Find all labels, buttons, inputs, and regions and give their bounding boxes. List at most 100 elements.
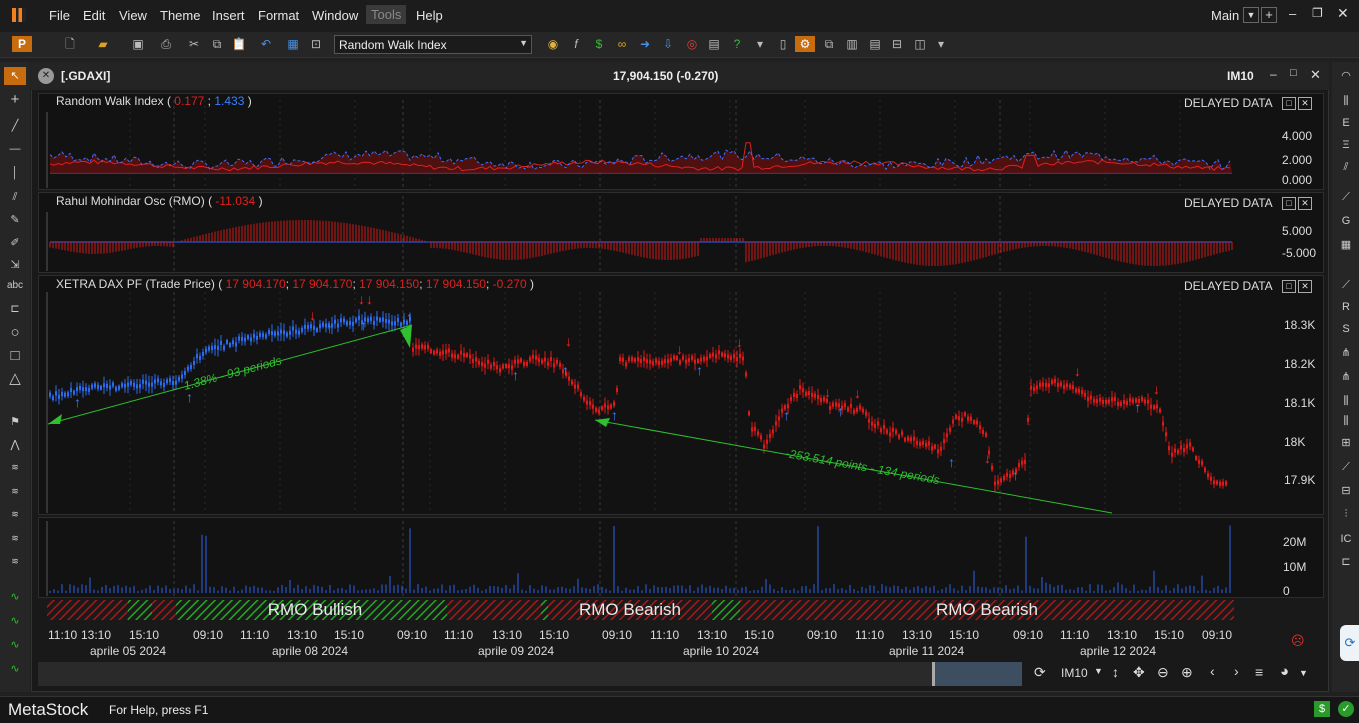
menu-insert[interactable]: Insert: [212, 8, 245, 23]
brace-tool-icon[interactable]: ⊏: [4, 300, 26, 318]
navigator-interval[interactable]: IM10: [1061, 666, 1088, 680]
paste-icon[interactable]: 📋: [231, 36, 247, 52]
flag-tool-icon[interactable]: ⚑: [4, 413, 26, 431]
move-icon[interactable]: ✥: [1133, 664, 1145, 681]
palette-chevron-icon[interactable]: ▼: [1299, 668, 1308, 678]
speed-line-icon[interactable]: ⟋: [1336, 276, 1356, 294]
zoom-icon[interactable]: ⊡: [308, 36, 324, 52]
window-icon[interactable]: ▯: [775, 36, 791, 52]
scroll-right-icon[interactable]: ›: [1234, 663, 1239, 679]
fib-retracement-icon[interactable]: Ξ: [1336, 136, 1356, 154]
zoom-in-icon[interactable]: ⊕: [1181, 664, 1193, 681]
arrow-right-icon[interactable]: ➜: [637, 36, 653, 52]
raff-channel-icon[interactable]: ⟋: [1336, 458, 1356, 476]
menu-window[interactable]: Window: [312, 8, 358, 23]
copy-icon[interactable]: ⧉: [209, 36, 225, 52]
crosshair-tool-icon[interactable]: +: [4, 91, 26, 109]
add-workspace-button[interactable]: +: [1261, 7, 1277, 23]
workspace-dropdown-icon[interactable]: ▼: [1243, 7, 1259, 23]
tile-vertical-icon[interactable]: ▥: [844, 36, 860, 52]
menu-format[interactable]: Format: [258, 8, 299, 23]
cut-icon[interactable]: ✂: [186, 36, 202, 52]
connected-icon[interactable]: ✓: [1338, 701, 1354, 717]
navigator-strip[interactable]: [38, 662, 1022, 686]
undo-icon[interactable]: ↶: [258, 36, 274, 52]
channel-tool-icon[interactable]: ⫽: [4, 188, 26, 206]
rectangle-tool-icon[interactable]: □: [4, 347, 26, 365]
expert-icon[interactable]: ◉: [545, 36, 561, 52]
elliott-abc-icon[interactable]: ≋: [4, 482, 26, 500]
elliott-wxyxz-icon[interactable]: ≋: [4, 552, 26, 570]
layout-icon[interactable]: ▾: [752, 36, 768, 52]
list-icon[interactable]: ≡: [1255, 664, 1263, 680]
split-icon[interactable]: ⊟: [889, 36, 905, 52]
wave-3-icon[interactable]: ∿: [4, 636, 26, 654]
pointer-tool-icon[interactable]: ↖: [4, 67, 26, 85]
bracket-tool-icon[interactable]: ⊏: [1336, 553, 1356, 571]
close-icon[interactable]: ✕: [1337, 5, 1349, 22]
tile-horizontal-icon[interactable]: ▤: [867, 36, 883, 52]
connect-panel-icon[interactable]: ⟳: [1340, 625, 1359, 661]
new-file-icon[interactable]: 🗋: [62, 36, 78, 52]
pencil-tool-icon[interactable]: ✎: [4, 211, 26, 229]
more-icon[interactable]: ▾: [933, 36, 949, 52]
menu-help[interactable]: Help: [416, 8, 443, 23]
download-icon[interactable]: ⇩: [660, 36, 676, 52]
ruler-tool-icon[interactable]: ⇲: [4, 256, 26, 274]
tile-icon[interactable]: ⧉: [821, 36, 837, 52]
menu-view[interactable]: View: [119, 8, 147, 23]
alert-icon[interactable]: ☹: [1291, 633, 1305, 649]
wave-tool-icon[interactable]: ⋀: [4, 436, 26, 454]
navigator-window[interactable]: [932, 662, 1022, 686]
columns-icon[interactable]: ◫: [912, 36, 928, 52]
cascade-icon[interactable]: ⚙: [795, 36, 815, 52]
formula-icon[interactable]: f: [568, 36, 584, 52]
grid-icon[interactable]: ▦: [1336, 236, 1356, 254]
fib-fan-icon[interactable]: ⫽: [1336, 158, 1356, 176]
ellipse-tool-icon[interactable]: ○: [4, 324, 26, 342]
gann-grid-icon[interactable]: G: [1336, 212, 1356, 230]
zoom-out-icon[interactable]: ⊖: [1157, 664, 1169, 681]
minimize-icon[interactable]: –: [1289, 6, 1296, 21]
restore-icon[interactable]: ❐: [1312, 6, 1323, 20]
quadrant-icon[interactable]: ⊞: [1336, 434, 1356, 452]
std-channel-icon[interactable]: S: [1336, 320, 1356, 338]
elliott-12345-icon[interactable]: ≋: [4, 458, 26, 476]
refresh-icon[interactable]: ⟳: [1034, 664, 1046, 681]
paint-tool-icon[interactable]: ✐: [4, 234, 26, 252]
scroll-left-icon[interactable]: ‹: [1210, 663, 1215, 679]
wave-4-icon[interactable]: ∿: [4, 660, 26, 678]
menu-edit[interactable]: Edit: [83, 8, 105, 23]
gann-fan-icon[interactable]: ⟋: [1336, 188, 1356, 206]
open-folder-icon[interactable]: ▰: [95, 36, 111, 52]
menu-file[interactable]: File: [49, 8, 70, 23]
vertical-resize-icon[interactable]: ↕: [1112, 664, 1119, 680]
wave-2-icon[interactable]: ∿: [4, 612, 26, 630]
menu-theme[interactable]: Theme: [160, 8, 200, 23]
palette-icon[interactable]: ◕: [1280, 663, 1289, 680]
text-tool-icon[interactable]: abc: [4, 277, 26, 295]
menu-tools[interactable]: Tools: [366, 5, 407, 24]
binoculars-icon[interactable]: ∞: [614, 36, 630, 52]
trendline-tool-icon[interactable]: ╱: [4, 117, 26, 135]
print-icon[interactable]: ⎙: [158, 36, 174, 52]
andrews-pitchfork-icon[interactable]: ⋔: [1336, 344, 1356, 362]
dollar-icon[interactable]: $: [591, 36, 607, 52]
pitchfork-icon[interactable]: ⋔: [1336, 368, 1356, 386]
horizontal-line-tool-icon[interactable]: —: [4, 140, 26, 158]
time-zones-icon[interactable]: ⫼: [1336, 412, 1356, 430]
cycle-lines-icon[interactable]: ⫼: [1336, 392, 1356, 410]
elliott-abcde-icon[interactable]: ≋: [4, 505, 26, 523]
dollar-status-icon[interactable]: $: [1314, 701, 1330, 717]
tirone-icon[interactable]: ⊟: [1336, 482, 1356, 500]
arc-tool-icon[interactable]: ◠: [1336, 67, 1356, 85]
help-icon[interactable]: ?: [729, 36, 745, 52]
chart-icon[interactable]: ▦: [285, 36, 301, 52]
table-icon[interactable]: ▤: [706, 36, 722, 52]
ellipse-channel-icon[interactable]: ⫶: [1336, 505, 1356, 523]
regression-icon[interactable]: R: [1336, 298, 1356, 316]
elliott-wxy-icon[interactable]: ≋: [4, 529, 26, 547]
fib-time-icon[interactable]: ⫼: [1336, 92, 1356, 110]
indicator-select[interactable]: Random Walk Index ▼: [334, 35, 532, 54]
interval-chevron-icon[interactable]: ▼: [1094, 666, 1103, 676]
